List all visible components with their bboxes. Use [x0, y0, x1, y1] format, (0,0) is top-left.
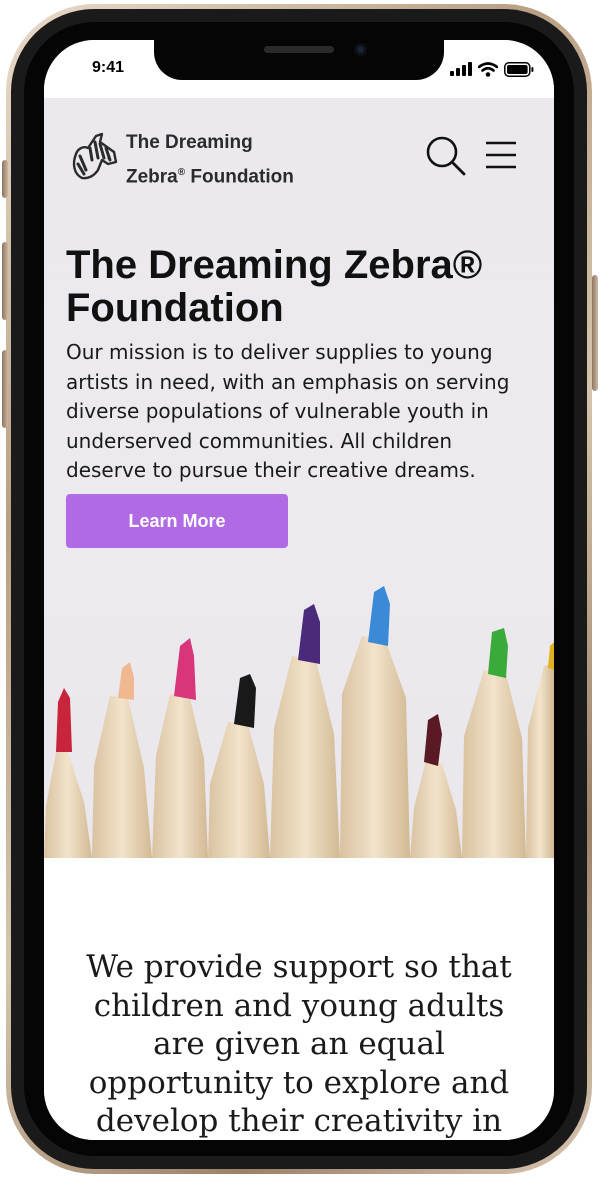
- volume-up-button: [2, 242, 8, 320]
- logo-line-2a: Zebra: [126, 166, 178, 188]
- logo-line-2: Zebra® Foundation: [126, 158, 294, 192]
- zebra-logo-icon[interactable]: [68, 130, 120, 182]
- front-camera: [354, 43, 367, 56]
- colored-pencils-image: [44, 586, 554, 858]
- hamburger-menu-icon[interactable]: [484, 138, 518, 172]
- notch: [154, 40, 444, 80]
- learn-more-button[interactable]: Learn More: [66, 494, 288, 548]
- logo-line-2b: Foundation: [185, 166, 294, 188]
- hero-section: The Dreaming Zebra® Foundation The Dream…: [44, 98, 554, 858]
- battery-icon: [504, 61, 534, 77]
- status-time: 9:41: [92, 59, 125, 76]
- mute-switch: [2, 160, 8, 198]
- hero-title: The Dreaming Zebra® Foundation: [66, 243, 483, 330]
- power-button: [592, 275, 598, 391]
- content-section: We provide support so that children and …: [44, 858, 554, 1140]
- mission-statement: Our mission is to deliver supplies to yo…: [66, 340, 510, 482]
- phone-screen: 9:41 The Dreaming Zebra® Foundation The …: [44, 40, 554, 1140]
- volume-down-button: [2, 350, 8, 428]
- status-icons: [450, 61, 534, 77]
- support-statement: We provide support so that children and …: [86, 949, 512, 1139]
- speaker: [264, 46, 334, 53]
- search-icon[interactable]: [424, 134, 468, 178]
- logo-wordmark[interactable]: The Dreaming Zebra® Foundation: [126, 128, 294, 192]
- cellular-signal-icon: [450, 62, 472, 76]
- logo-line-1: The Dreaming: [126, 132, 253, 153]
- wifi-icon: [478, 61, 498, 77]
